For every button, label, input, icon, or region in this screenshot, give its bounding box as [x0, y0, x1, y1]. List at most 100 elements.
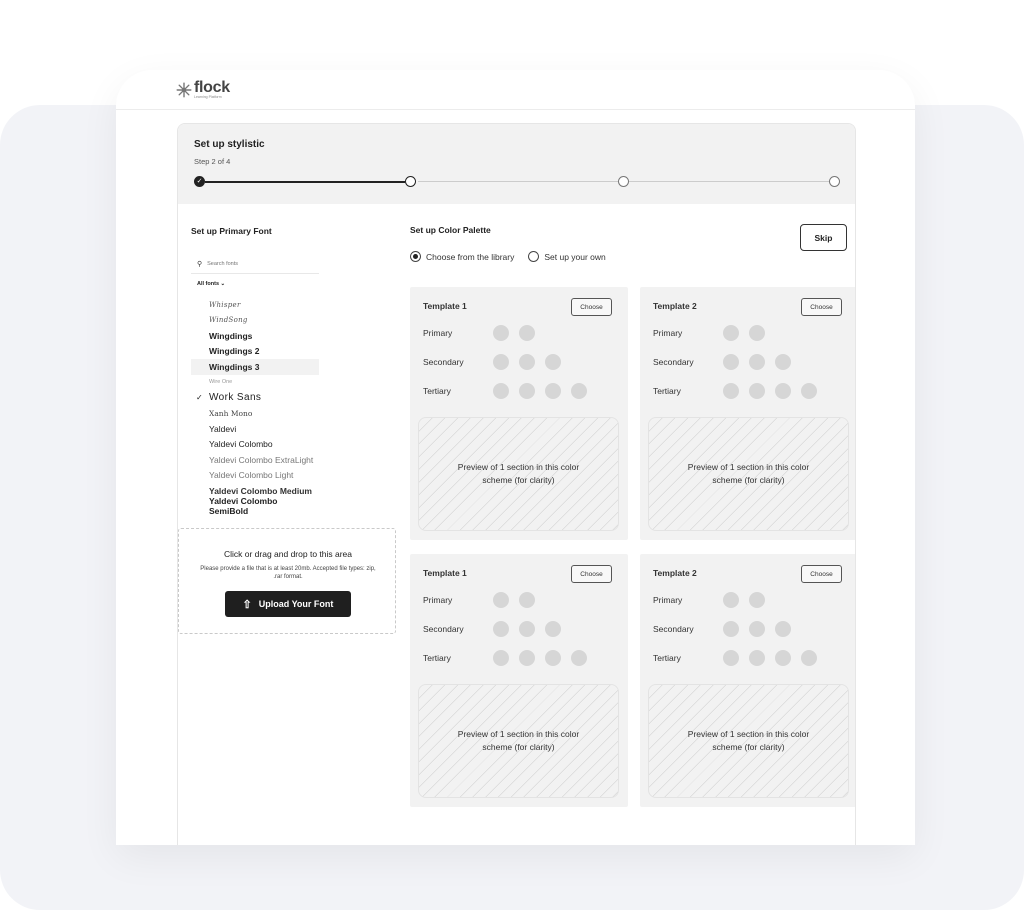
color-swatch[interactable] — [519, 383, 535, 399]
color-swatch[interactable] — [749, 621, 765, 637]
color-swatch[interactable] — [571, 383, 587, 399]
font-list-item[interactable]: Yaldevi Colombo SemiBold — [191, 496, 319, 517]
color-swatch[interactable] — [749, 383, 765, 399]
swatch-row: Primary — [653, 592, 775, 608]
template-title: Template 1 — [423, 568, 467, 578]
upload-font-button[interactable]: ⇧ Upload Your Font — [225, 591, 351, 617]
template-card: Template 2 Choose Primary Secondary Tertiary… — [640, 554, 855, 807]
color-swatch[interactable] — [519, 650, 535, 666]
skip-button[interactable]: Skip — [800, 224, 847, 251]
choose-template-button[interactable]: Choose — [801, 298, 842, 316]
font-list-item[interactable]: Wingdings — [191, 328, 319, 344]
font-name: Wingdings 2 — [209, 346, 260, 357]
template-preview: Preview of 1 section in this color schem… — [648, 417, 849, 531]
font-list-item[interactable]: Wingdings 2 — [191, 344, 319, 360]
top-bar: flock Learning Platform — [116, 70, 915, 110]
logo[interactable]: flock Learning Platform — [176, 80, 230, 100]
radio-own[interactable] — [528, 251, 540, 262]
font-list-item[interactable]: Whisper — [191, 297, 319, 313]
color-swatch[interactable] — [545, 354, 561, 370]
color-swatch[interactable] — [801, 650, 817, 666]
color-swatch[interactable] — [493, 325, 509, 341]
color-swatch[interactable] — [493, 650, 509, 666]
color-swatch[interactable] — [519, 325, 535, 341]
radio-library[interactable] — [410, 251, 421, 262]
check-icon: ✓ — [196, 393, 203, 403]
font-list-item[interactable]: WindSong — [191, 313, 319, 329]
font-name: Yaldevi Colombo SemiBold — [209, 496, 278, 517]
color-swatch[interactable] — [749, 592, 765, 608]
color-swatch[interactable] — [749, 354, 765, 370]
font-list-item[interactable]: Yaldevi Colombo — [191, 437, 319, 453]
palette-section-label: Set up Color Palette — [410, 225, 491, 235]
swatch-label: Secondary — [423, 624, 464, 634]
swatch-row: Tertiary — [423, 650, 597, 666]
font-list-item[interactable]: Wingdings 3 — [191, 359, 319, 375]
font-list-item[interactable]: Yaldevi Colombo Light — [191, 468, 319, 484]
color-swatch[interactable] — [545, 383, 561, 399]
font-upload-dropzone[interactable]: Click or drag and drop to this area Plea… — [178, 528, 396, 634]
stepper: Set up stylistic Step 2 of 4 ✓ — [178, 124, 855, 204]
color-swatch[interactable] — [723, 592, 739, 608]
template-card: Template 1 Choose Primary Secondary Tertiary… — [410, 287, 628, 540]
color-swatch[interactable] — [519, 621, 535, 637]
color-swatch[interactable] — [749, 325, 765, 341]
template-card: Template 2 Choose Primary Secondary Tertiary… — [640, 287, 855, 540]
preview-text: Preview of 1 section in this color schem… — [687, 729, 810, 752]
color-swatch[interactable] — [749, 650, 765, 666]
radio-own-label[interactable]: Set up your own — [544, 252, 605, 262]
color-swatch[interactable] — [723, 354, 739, 370]
font-search-input[interactable] — [207, 261, 308, 267]
swatch-label: Tertiary — [653, 386, 681, 396]
color-swatch[interactable] — [775, 354, 791, 370]
color-swatch[interactable] — [723, 383, 739, 399]
font-list-item[interactable]: ✓ Work Sans — [191, 390, 319, 406]
font-name: Wingdings — [209, 330, 253, 341]
choose-template-button[interactable]: Choose — [571, 298, 612, 316]
swatch-label: Secondary — [653, 624, 694, 634]
swatch-label: Primary — [423, 328, 453, 338]
font-list-item[interactable]: Wire One — [191, 375, 319, 391]
font-filter-dropdown[interactable]: All fonts ⌄ — [197, 281, 225, 287]
font-name: Yaldevi Colombo ExtraLight — [209, 454, 314, 465]
step-1-check-icon: ✓ — [194, 176, 205, 187]
font-name: WindSong — [209, 316, 248, 325]
choose-template-button[interactable]: Choose — [571, 565, 612, 583]
setup-card: Set up stylistic Step 2 of 4 ✓ Set up Pr… — [177, 123, 856, 845]
color-swatch[interactable] — [493, 354, 509, 370]
color-swatch[interactable] — [493, 592, 509, 608]
color-swatch[interactable] — [493, 621, 509, 637]
color-swatch[interactable] — [519, 354, 535, 370]
font-name: Xanh Mono — [209, 408, 253, 418]
color-swatch[interactable] — [723, 650, 739, 666]
swatch-row: Secondary — [423, 354, 571, 370]
radio-library-label[interactable]: Choose from the library — [426, 252, 514, 262]
swatch-row: Secondary — [653, 354, 801, 370]
color-swatch[interactable] — [519, 592, 535, 608]
step-title: Set up stylistic — [194, 139, 265, 150]
app-window: flock Learning Platform Set up stylistic… — [116, 70, 915, 845]
font-list: Whisper WindSong Wingdings Wingdings 2 Wingd… — [191, 297, 319, 517]
upload-button-label: Upload Your Font — [258, 599, 334, 609]
template-preview: Preview of 1 section in this color schem… — [418, 684, 619, 798]
color-swatch[interactable] — [723, 325, 739, 341]
font-list-item[interactable]: Yaldevi Colombo ExtraLight — [191, 452, 319, 468]
color-swatch[interactable] — [775, 650, 791, 666]
choose-template-button[interactable]: Choose — [801, 565, 842, 583]
font-name: Work Sans — [209, 392, 262, 404]
step-4-indicator — [829, 176, 840, 187]
palette-source-options: Choose from the library Set up your own — [410, 251, 620, 262]
color-swatch[interactable] — [723, 621, 739, 637]
color-swatch[interactable] — [775, 383, 791, 399]
color-swatch[interactable] — [801, 383, 817, 399]
color-swatch[interactable] — [775, 621, 791, 637]
preview-text: Preview of 1 section in this color schem… — [687, 462, 810, 485]
color-swatch[interactable] — [571, 650, 587, 666]
color-swatch[interactable] — [493, 383, 509, 399]
color-swatch[interactable] — [545, 621, 561, 637]
font-list-item[interactable]: Xanh Mono — [191, 406, 319, 422]
color-swatch[interactable] — [545, 650, 561, 666]
swatch-label: Tertiary — [423, 653, 451, 663]
font-list-item[interactable]: Yaldevi — [191, 421, 319, 437]
upload-title: Click or drag and drop to this area — [223, 549, 353, 559]
